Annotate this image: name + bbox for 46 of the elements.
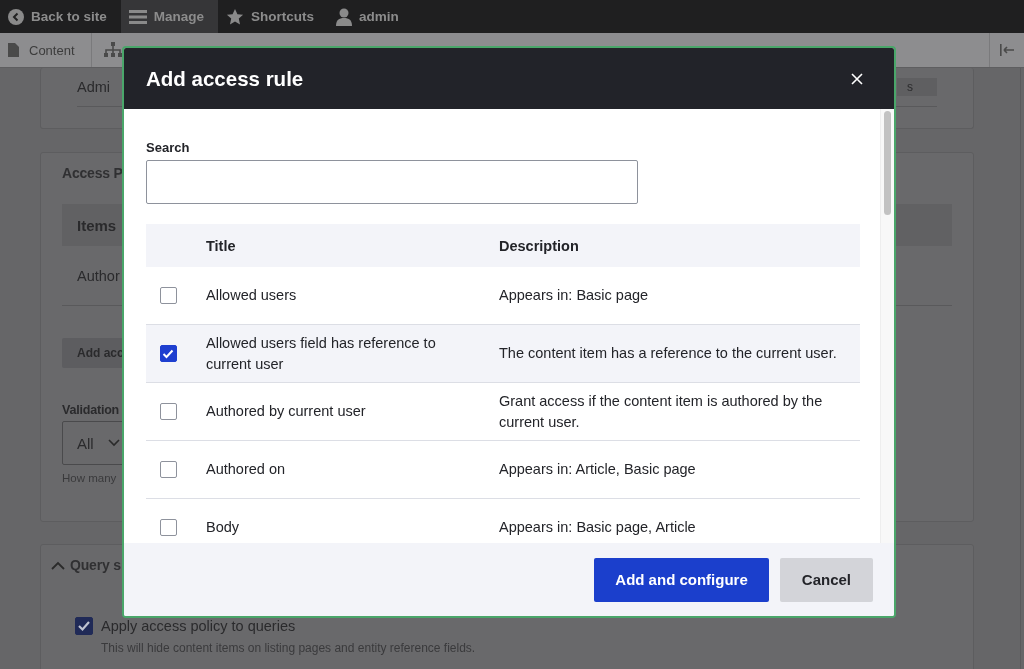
document-icon [8,43,19,57]
user-icon [336,7,353,26]
toolbar-tab[interactable]: Back to site [0,0,121,33]
sitemap-icon[interactable] [103,42,122,58]
toolbar-tab[interactable]: Content [0,33,92,67]
checkbox-label: Apply access policy to queries [101,618,296,634]
checkbox[interactable] [159,403,177,420]
checkbox[interactable] [159,345,177,362]
table-cell: Author [77,267,120,284]
checkbox[interactable] [159,287,177,304]
toolbar-tab[interactable]: Manage [120,0,219,33]
table-row[interactable]: Authored by current user Grant access if the content item is authored by the current user. [146,383,860,441]
checkbox[interactable] [159,461,177,478]
table-row[interactable]: Authored on Appears in: Article, Basic page [146,441,860,499]
toolbar-tab[interactable]: admin [328,0,413,33]
chevron-icon[interactable] [51,560,65,570]
chevron-icon [107,439,120,447]
checkbox[interactable] [159,519,177,536]
close-icon[interactable] [851,72,863,85]
back-icon [8,8,24,25]
table-cell-text: Appears in: Article, Basic page [499,460,697,479]
toolbar-tab[interactable]: Shortcuts [218,0,329,33]
table-cell-text: The content item has a reference to the current user. [499,344,838,363]
search-field[interactable] [146,160,638,204]
scrollbar-thumb[interactable] [884,111,891,215]
table-cell-text: Appears in: Basic page, Article [499,518,697,537]
star-icon [226,7,245,26]
menu-icon [128,8,147,25]
table-cell-text: Appears in: Basic page [499,286,650,305]
table-cell-text: Allowed users [206,286,298,305]
table-cell-text: Grant access if the content item is authored by the current user. [499,391,824,432]
table-cell-text: Authored by current user [206,402,367,421]
row-label: Admi [77,79,111,95]
field-label: Search [146,140,191,155]
section-heading: Access P [62,165,123,181]
field-label: Validation [62,403,120,417]
table-cell-text: Allowed users field has reference to current user [206,333,437,374]
cancel-button[interactable]: Cancel [779,557,873,602]
table-cell-text: Body [206,518,241,537]
checkbox[interactable] [75,617,93,635]
dialog-title: Add access rule [146,66,304,91]
table-cell-text: Authored on [206,460,286,479]
collapse-icon[interactable] [1000,44,1014,56]
section-heading: Query s [70,557,121,573]
table-row[interactable]: Allowed users field has reference to current user The content item has a reference to the current user. [146,325,860,383]
add-button[interactable]: Add and configure [594,557,769,602]
